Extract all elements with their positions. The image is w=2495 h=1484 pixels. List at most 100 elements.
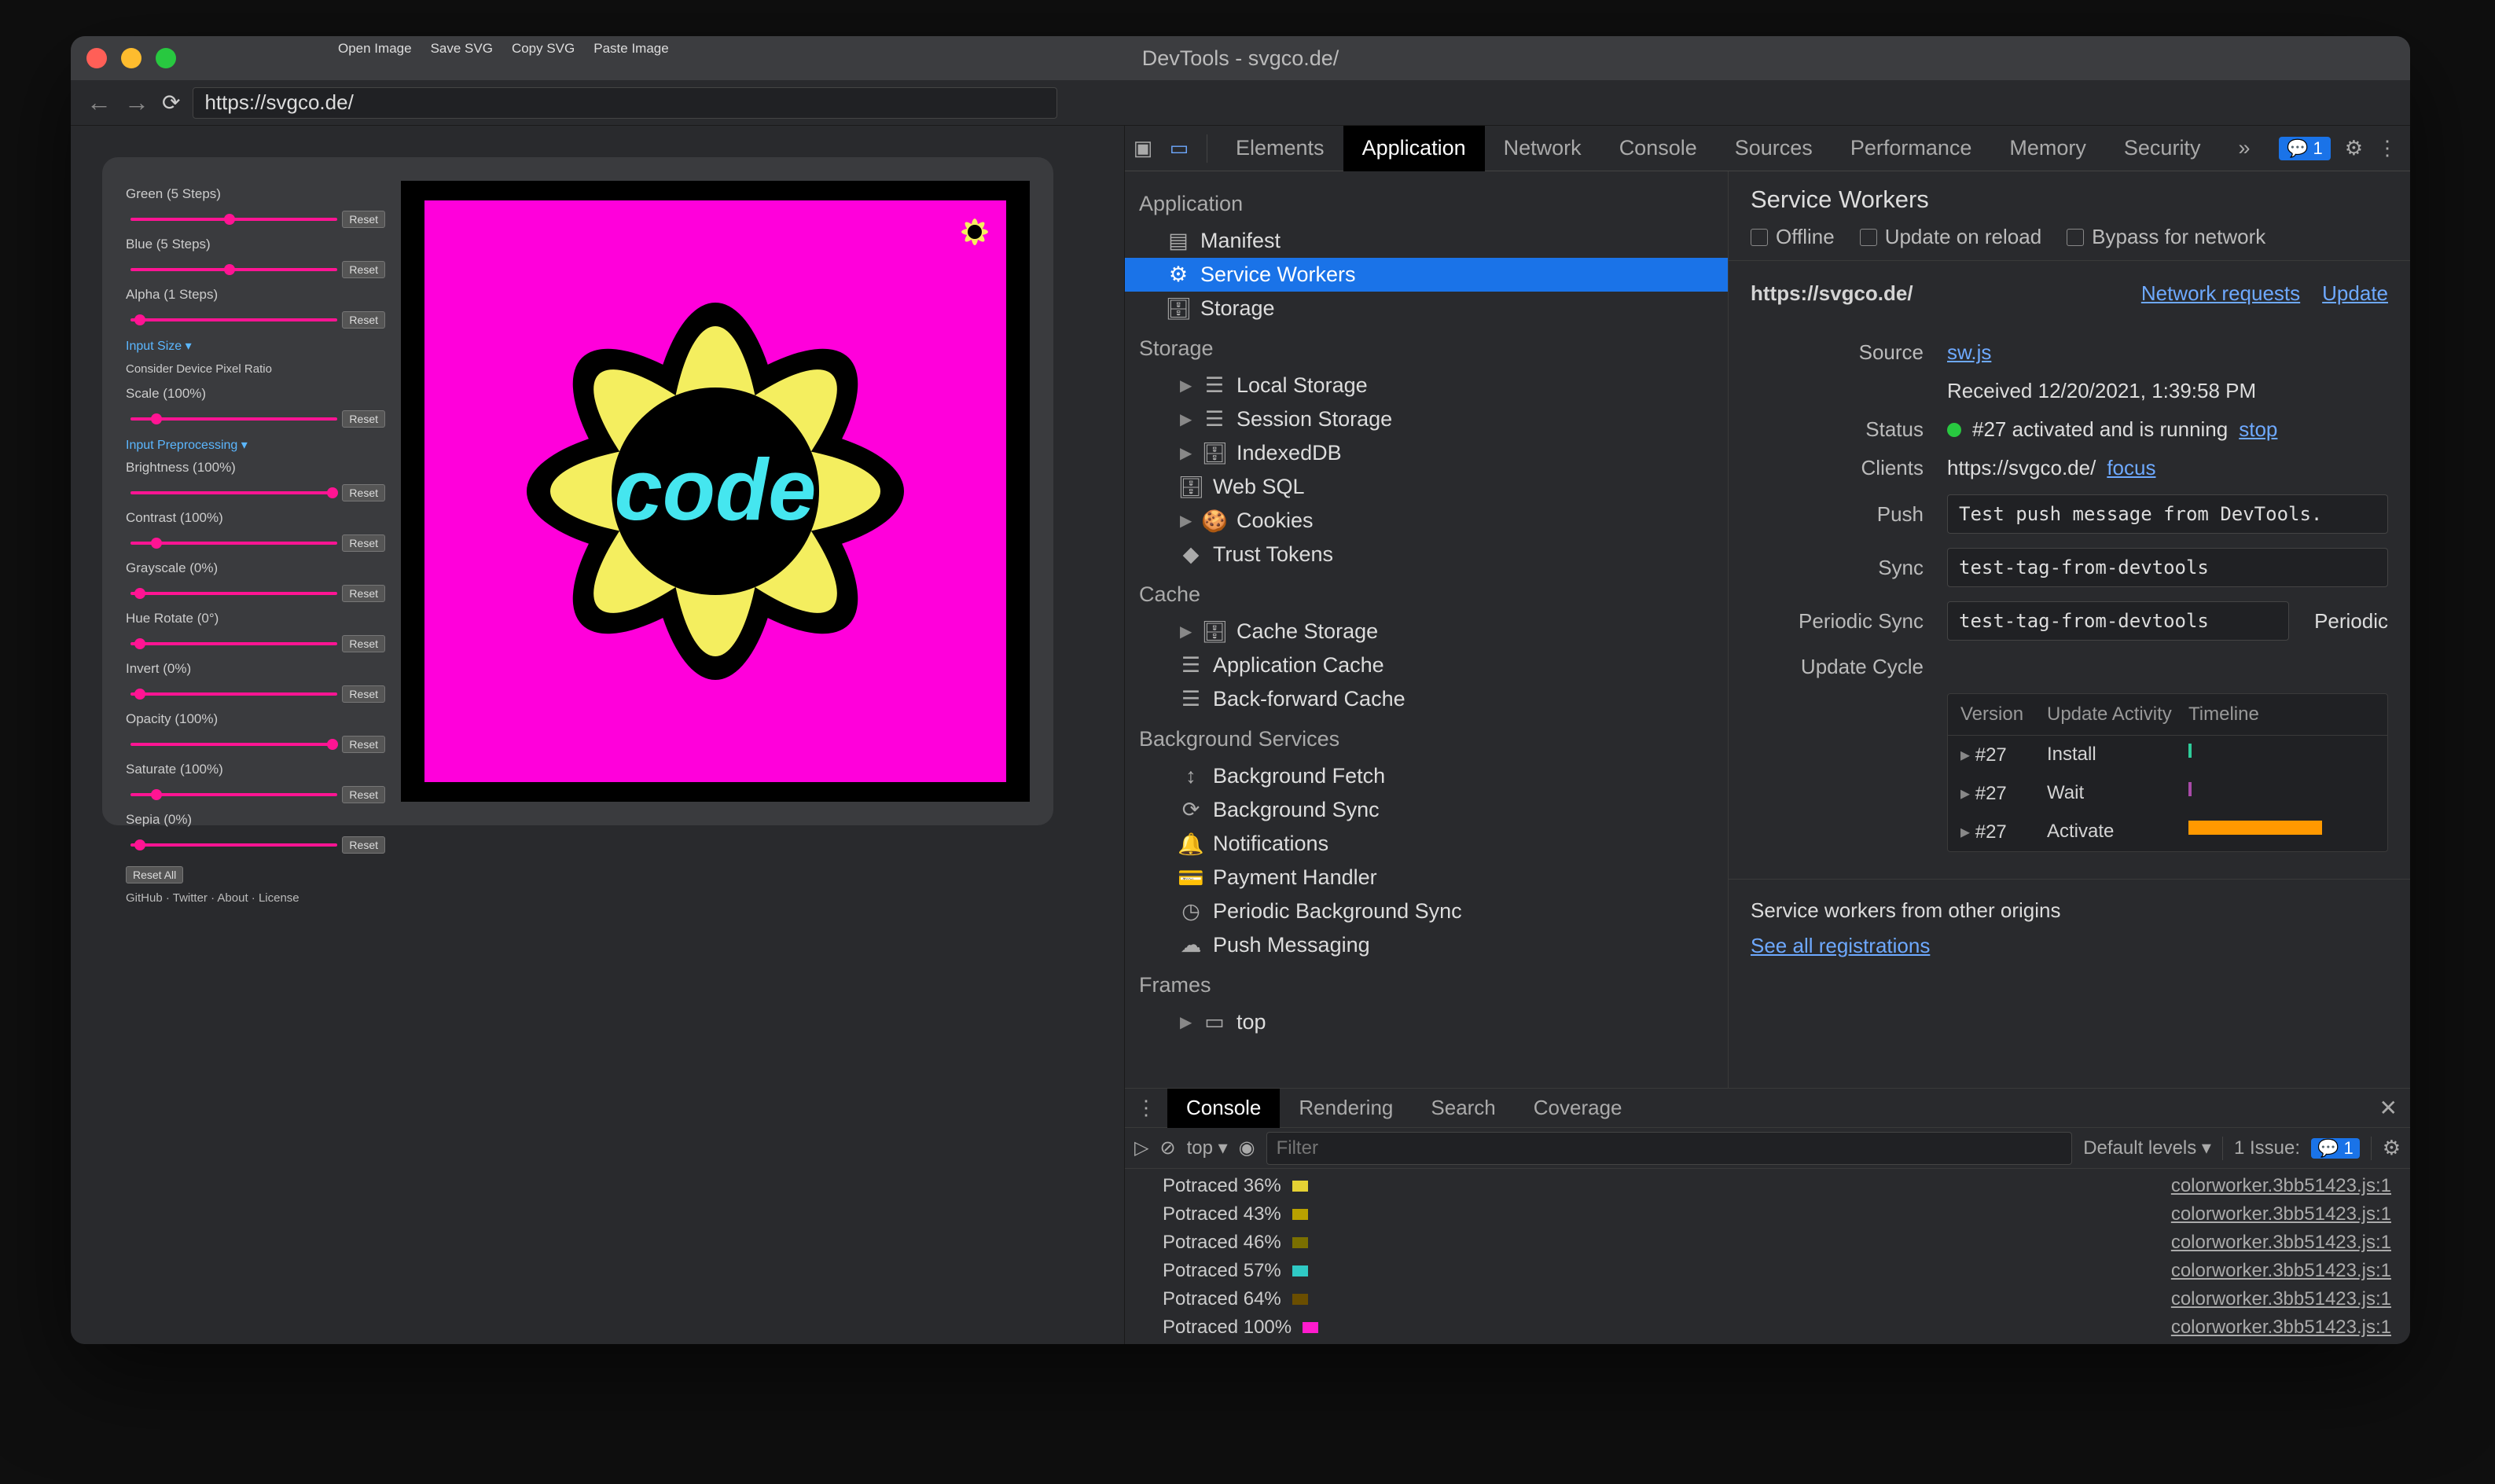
update-on-reload-checkbox[interactable]: Update on reload (1860, 225, 2041, 249)
log-source-link[interactable]: colorworker.3bb51423.js:1 (2171, 1260, 2391, 1282)
log-source-link[interactable]: colorworker.3bb51423.js:1 (2171, 1317, 2391, 1339)
log-source-link[interactable]: colorworker.3bb51423.js:1 (2171, 1203, 2391, 1225)
console-prompt[interactable]: > (1125, 1342, 2410, 1344)
reset-button[interactable]: Reset (342, 786, 385, 803)
tree-web-sql[interactable]: 🗄Web SQL (1125, 470, 1728, 504)
alpha-slider[interactable] (130, 318, 337, 321)
console-filter-input[interactable] (1266, 1132, 2073, 1165)
tree-session-storage[interactable]: ▶☰Session Storage (1125, 402, 1728, 436)
green-slider[interactable] (130, 218, 337, 221)
periodic-input[interactable] (1947, 601, 2289, 641)
reset-button[interactable]: Reset (342, 836, 385, 854)
execute-icon[interactable]: ▷ (1134, 1137, 1148, 1159)
hue-slider[interactable] (130, 642, 337, 645)
tree-bg-fetch[interactable]: ↕Background Fetch (1125, 759, 1728, 793)
close-drawer-icon[interactable]: ✕ (2379, 1095, 2398, 1121)
tab-console[interactable]: Console (1600, 126, 1716, 171)
see-all-link[interactable]: See all registrations (1751, 934, 1930, 957)
blue-slider[interactable] (130, 268, 337, 271)
paste-image-button[interactable]: Paste Image (593, 41, 668, 57)
brightness-slider[interactable] (130, 491, 337, 494)
context-selector[interactable]: top ▾ (1187, 1137, 1228, 1159)
reset-button[interactable]: Reset (342, 410, 385, 428)
reset-all-button[interactable]: Reset All (126, 866, 183, 883)
reset-button[interactable]: Reset (342, 261, 385, 278)
close-icon[interactable] (86, 48, 107, 68)
issues-count-badge[interactable]: 💬1 (2311, 1138, 2360, 1159)
open-image-button[interactable]: Open Image (338, 41, 412, 57)
inspect-icon[interactable]: ▣ (1125, 136, 1161, 160)
tab-security[interactable]: Security (2105, 126, 2220, 171)
tree-cookies[interactable]: ▶🍪Cookies (1125, 504, 1728, 538)
tab-more[interactable]: » (2219, 126, 2269, 171)
tab-network[interactable]: Network (1485, 126, 1600, 171)
tree-manifest[interactable]: ▤Manifest (1125, 224, 1728, 258)
tree-application-cache[interactable]: ☰Application Cache (1125, 648, 1728, 682)
reload-button[interactable]: ⟳ (162, 90, 180, 116)
scale-slider[interactable] (130, 417, 337, 421)
zoom-icon[interactable] (156, 48, 176, 68)
grayscale-slider[interactable] (130, 592, 337, 595)
tab-sources[interactable]: Sources (1716, 126, 1832, 171)
drawer-tab-rendering[interactable]: Rendering (1280, 1089, 1412, 1128)
device-toggle-icon[interactable]: ▭ (1161, 136, 1197, 160)
tree-top-frame[interactable]: ▶▭top (1125, 1005, 1728, 1039)
tree-trust-tokens[interactable]: ◆Trust Tokens (1125, 538, 1728, 571)
tab-performance[interactable]: Performance (1832, 126, 1991, 171)
tree-notifications[interactable]: 🔔Notifications (1125, 827, 1728, 861)
consider-pixel-checkbox[interactable]: Consider Device Pixel Ratio (126, 362, 272, 376)
drawer-tab-coverage[interactable]: Coverage (1515, 1089, 1641, 1128)
reset-button[interactable]: Reset (342, 534, 385, 552)
clear-console-icon[interactable]: ⊘ (1159, 1137, 1175, 1159)
reset-button[interactable]: Reset (342, 635, 385, 652)
tab-application[interactable]: Application (1343, 126, 1485, 171)
log-source-link[interactable]: colorworker.3bb51423.js:1 (2171, 1288, 2391, 1310)
settings-icon[interactable]: ⚙ (2345, 136, 2363, 160)
log-source-link[interactable]: colorworker.3bb51423.js:1 (2171, 1175, 2391, 1197)
url-input[interactable]: https://svgco.de/ (193, 87, 1057, 119)
tree-storage[interactable]: 🗄Storage (1125, 292, 1728, 325)
tree-bg-sync[interactable]: ⟳Background Sync (1125, 793, 1728, 827)
log-level-selector[interactable]: Default levels ▾ (2083, 1137, 2211, 1159)
tree-cache-storage[interactable]: ▶🗄Cache Storage (1125, 615, 1728, 648)
drawer-tab-search[interactable]: Search (1412, 1089, 1514, 1128)
reset-button[interactable]: Reset (342, 311, 385, 329)
bypass-network-checkbox[interactable]: Bypass for network (2067, 225, 2265, 249)
tree-local-storage[interactable]: ▶☰Local Storage (1125, 369, 1728, 402)
sw-source-link[interactable]: sw.js (1947, 340, 1991, 365)
drawer-menu-icon[interactable]: ⋮ (1136, 1096, 1156, 1120)
update-link[interactable]: Update (2322, 281, 2388, 306)
forward-button[interactable]: → (124, 88, 149, 117)
console-settings-icon[interactable]: ⚙ (2383, 1136, 2401, 1160)
footer-links[interactable]: GitHub · Twitter · About · License (126, 891, 385, 905)
push-input[interactable] (1947, 494, 2388, 534)
kebab-menu-icon[interactable]: ⋮ (2377, 136, 2398, 160)
reset-button[interactable]: Reset (342, 685, 385, 703)
tree-service-workers[interactable]: ⚙Service Workers (1125, 258, 1728, 292)
reset-button[interactable]: Reset (342, 484, 385, 501)
minimize-icon[interactable] (121, 48, 141, 68)
tree-indexeddb[interactable]: ▶🗄IndexedDB (1125, 436, 1728, 470)
sepia-slider[interactable] (130, 843, 337, 847)
reset-button[interactable]: Reset (342, 736, 385, 753)
tree-bfcache[interactable]: ☰Back-forward Cache (1125, 682, 1728, 716)
contrast-slider[interactable] (130, 542, 337, 545)
tree-push[interactable]: ☁Push Messaging (1125, 928, 1728, 962)
live-expression-icon[interactable]: ◉ (1239, 1137, 1255, 1159)
issues-badge[interactable]: 💬1 (2279, 137, 2331, 160)
tab-elements[interactable]: Elements (1217, 126, 1343, 171)
drawer-tab-console[interactable]: Console (1167, 1089, 1280, 1128)
periodic-button[interactable]: Periodic (2314, 609, 2388, 634)
sync-input[interactable] (1947, 548, 2388, 587)
offline-checkbox[interactable]: Offline (1751, 225, 1835, 249)
copy-svg-button[interactable]: Copy SVG (512, 41, 575, 57)
input-preproc-section[interactable]: Input Preprocessing ▾ (126, 437, 385, 453)
focus-link[interactable]: focus (2107, 456, 2155, 480)
log-source-link[interactable]: colorworker.3bb51423.js:1 (2171, 1232, 2391, 1254)
tree-payment[interactable]: 💳Payment Handler (1125, 861, 1728, 894)
input-size-section[interactable]: Input Size ▾ (126, 338, 385, 354)
opacity-slider[interactable] (130, 743, 337, 746)
tree-periodic-bg-sync[interactable]: ◷Periodic Background Sync (1125, 894, 1728, 928)
back-button[interactable]: ← (86, 88, 112, 117)
stop-link[interactable]: stop (2239, 417, 2277, 442)
